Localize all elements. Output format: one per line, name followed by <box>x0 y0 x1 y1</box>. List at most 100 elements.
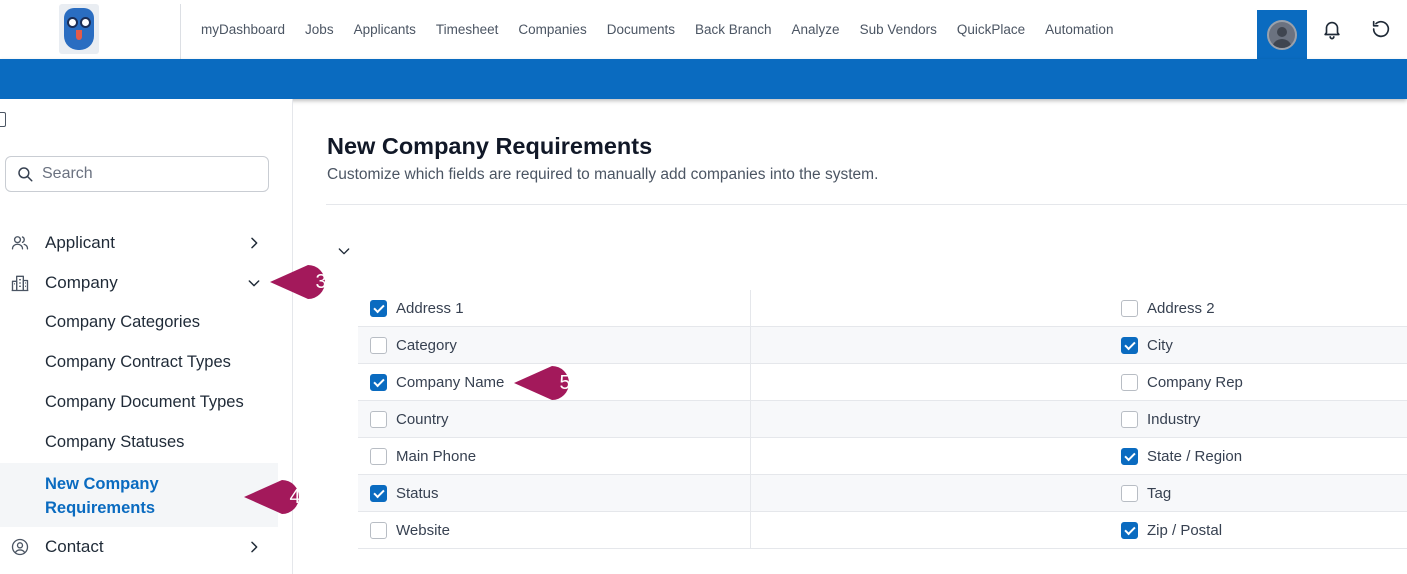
user-menu-button[interactable] <box>1257 10 1307 59</box>
sidebar-subitem-label: New Company Requirements <box>45 475 159 517</box>
sidebar-subitem-company-contract-types[interactable]: Company Contract Types <box>45 353 231 372</box>
nav-item-quickplace[interactable]: QuickPlace <box>957 22 1025 37</box>
sidebar-item-contact[interactable]: Contact <box>0 527 278 567</box>
checkbox[interactable] <box>1121 448 1138 465</box>
sidebar-subitem-company-categories[interactable]: Company Categories <box>45 313 200 332</box>
checkbox[interactable] <box>370 337 387 354</box>
checkbox[interactable] <box>1121 485 1138 502</box>
user-circle-icon <box>11 538 29 556</box>
requirements-row: Category City <box>358 327 1407 364</box>
requirements-row: Website Zip / Postal <box>358 512 1407 549</box>
field-label: Website <box>396 522 450 539</box>
field-label: Country <box>396 411 449 428</box>
search-input[interactable] <box>42 165 242 183</box>
field-label: State / Region <box>1147 448 1243 465</box>
checkbox[interactable] <box>1121 522 1138 539</box>
page-title: New Company Requirements <box>327 133 653 159</box>
field-label: Status <box>396 485 439 502</box>
chevron-right-icon <box>251 237 258 249</box>
field-option[interactable]: Category <box>370 327 457 364</box>
checkbox[interactable] <box>1121 300 1138 317</box>
sidebar-search[interactable] <box>5 156 269 192</box>
callout-marker-5: 5 <box>512 364 582 402</box>
field-option[interactable]: Industry <box>1121 401 1200 438</box>
main-nav: myDashboard Jobs Applicants Timesheet Co… <box>201 0 1113 59</box>
field-label: Company Name <box>396 374 505 391</box>
field-option[interactable]: Status <box>370 475 439 512</box>
sidebar-subitem-company-document-types[interactable]: Company Document Types <box>45 393 244 412</box>
sidebar-item-label: Contact <box>45 537 104 556</box>
requirements-row: Status Tag <box>358 475 1407 512</box>
field-option[interactable]: Address 2 <box>1121 290 1215 327</box>
field-label: Address 2 <box>1147 300 1215 317</box>
sidebar-item-label: Applicant <box>45 233 115 252</box>
checkbox[interactable] <box>370 411 387 428</box>
nav-item-automation[interactable]: Automation <box>1045 22 1113 37</box>
notifications-bell-icon[interactable] <box>1319 16 1345 42</box>
field-label: Company Rep <box>1147 374 1243 391</box>
callout-number: 4 <box>289 485 301 508</box>
checkbox[interactable] <box>370 374 387 391</box>
sidebar-subitem-company-statuses[interactable]: Company Statuses <box>45 433 184 452</box>
requirements-row: Address 1 Address 2 <box>358 290 1407 327</box>
callout-marker-4: 4 <box>242 478 312 516</box>
search-icon <box>18 167 33 182</box>
chevron-down-icon <box>248 280 260 287</box>
field-label: Tag <box>1147 485 1172 502</box>
sidebar-subitem-new-company-requirements[interactable]: New Company Requirements <box>0 463 278 527</box>
owl-logo[interactable] <box>59 4 99 54</box>
checkbox[interactable] <box>370 448 387 465</box>
checkbox[interactable] <box>1121 337 1138 354</box>
field-label: Main Phone <box>396 448 477 465</box>
field-option[interactable]: Company Rep <box>1121 364 1243 401</box>
sidebar-toggle-icon[interactable] <box>0 112 6 127</box>
checkbox[interactable] <box>370 300 387 317</box>
chevron-down-icon[interactable] <box>336 243 352 259</box>
field-label: Zip / Postal <box>1147 522 1223 539</box>
divider <box>326 204 1407 205</box>
top-navigation-bar: myDashboard Jobs Applicants Timesheet Co… <box>0 0 1407 59</box>
field-option[interactable]: Address 1 <box>370 290 464 327</box>
field-option[interactable]: Country <box>370 401 449 438</box>
field-label: Category <box>396 337 457 354</box>
nav-item-analyze[interactable]: Analyze <box>792 22 840 37</box>
nav-item-applicants[interactable]: Applicants <box>354 22 416 37</box>
sidebar-item-company[interactable]: Company <box>0 263 278 303</box>
callout-number: 3 <box>315 270 327 293</box>
checkbox[interactable] <box>370 522 387 539</box>
nav-divider <box>180 4 181 59</box>
field-option[interactable]: State / Region <box>1121 438 1242 475</box>
history-refresh-icon[interactable] <box>1368 16 1394 42</box>
checkbox[interactable] <box>1121 411 1138 428</box>
avatar <box>1267 19 1297 50</box>
checkbox[interactable] <box>370 485 387 502</box>
field-option[interactable]: City <box>1121 327 1173 364</box>
nav-item-documents[interactable]: Documents <box>607 22 675 37</box>
requirements-row: Main Phone State / Region <box>358 438 1407 475</box>
field-option[interactable]: Company Name <box>370 364 504 401</box>
building-icon <box>11 275 29 292</box>
callout-number: 5 <box>559 371 571 394</box>
field-option[interactable]: Website <box>370 512 450 549</box>
column-divider <box>750 290 751 549</box>
page-subtitle: Customize which fields are required to m… <box>327 166 879 183</box>
nav-item-back-branch[interactable]: Back Branch <box>695 22 772 37</box>
nav-item-mydashboard[interactable]: myDashboard <box>201 22 285 37</box>
checkbox[interactable] <box>1121 374 1138 391</box>
nav-item-timesheet[interactable]: Timesheet <box>436 22 499 37</box>
nav-item-sub-vendors[interactable]: Sub Vendors <box>860 22 937 37</box>
field-label: City <box>1147 337 1173 354</box>
sidebar-item-applicant[interactable]: Applicant <box>0 223 278 263</box>
users-icon <box>11 236 29 250</box>
callout-marker-3: 3 <box>268 263 338 301</box>
nav-item-companies[interactable]: Companies <box>518 22 586 37</box>
header-accent-bar <box>0 59 1407 99</box>
field-option[interactable]: Tag <box>1121 475 1171 512</box>
requirements-row: Country Industry <box>358 401 1407 438</box>
field-label: Industry <box>1147 411 1201 428</box>
sidebar-item-label: Company <box>45 273 118 292</box>
nav-item-jobs[interactable]: Jobs <box>305 22 334 37</box>
field-option[interactable]: Main Phone <box>370 438 476 475</box>
chevron-right-icon <box>251 541 258 553</box>
field-option[interactable]: Zip / Postal <box>1121 512 1222 549</box>
